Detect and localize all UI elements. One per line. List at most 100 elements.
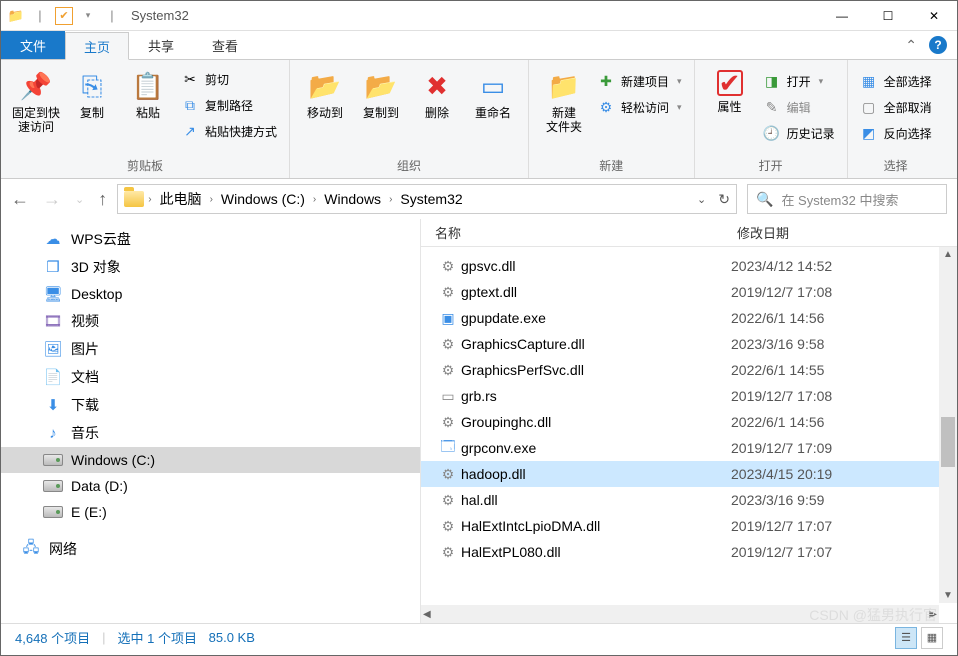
invert-icon: ◩ bbox=[860, 124, 878, 142]
qat-check-icon[interactable]: ✔ bbox=[55, 7, 73, 25]
forward-button[interactable]: → bbox=[43, 189, 61, 210]
sidebar-item[interactable]: 📄文档 bbox=[1, 363, 420, 391]
tab-view[interactable]: 查看 bbox=[193, 31, 257, 59]
rename-button[interactable]: ▭重命名 bbox=[466, 64, 520, 120]
ribbon-group-new: 📁新建 文件夹 ✚新建项目▾ ⚙轻松访问▾ 新建 bbox=[529, 60, 695, 178]
help-icon[interactable]: ? bbox=[929, 36, 947, 54]
tab-home[interactable]: 主页 bbox=[65, 32, 129, 60]
file-date: 2023/4/15 20:19 bbox=[731, 466, 957, 482]
file-row[interactable]: ⚙gpsvc.dll2023/4/12 14:52 bbox=[421, 253, 957, 279]
file-row[interactable]: ⚙GraphicsCapture.dll2023/3/16 9:58 bbox=[421, 331, 957, 357]
scroll-down-icon[interactable]: ▼ bbox=[943, 590, 953, 601]
horizontal-scrollbar[interactable]: ◀ ▶ bbox=[421, 605, 939, 623]
ribbon-group-organize: 📂移动到 📂复制到 ✖删除 ▭重命名 组织 bbox=[290, 60, 529, 178]
file-type-icon: ⚙ bbox=[435, 258, 461, 275]
back-button[interactable]: ← bbox=[11, 189, 29, 210]
chevron-right-icon[interactable]: › bbox=[313, 194, 316, 205]
tab-share[interactable]: 共享 bbox=[129, 31, 193, 59]
file-row[interactable]: ▭grb.rs2019/12/7 17:08 bbox=[421, 383, 957, 409]
file-list[interactable]: ⚙gpsvc.dll2023/4/12 14:52⚙gptext.dll2019… bbox=[421, 247, 957, 623]
search-input[interactable]: 🔍 在 System32 中搜索 bbox=[747, 184, 947, 214]
scroll-up-icon[interactable]: ▲ bbox=[943, 249, 953, 260]
sidebar-item[interactable]: ☁WPS云盘 bbox=[1, 225, 420, 253]
chevron-right-icon[interactable]: › bbox=[389, 194, 392, 205]
main-area: ☁WPS云盘❒3D 对象🖥Desktop🎞视频🖼图片📄文档⬇下载♪音乐Windo… bbox=[1, 219, 957, 623]
refresh-button[interactable]: ↻ bbox=[718, 191, 730, 208]
file-row[interactable]: ⚙HalExtPL080.dll2019/12/7 17:07 bbox=[421, 539, 957, 565]
sidebar-item[interactable]: ⬇下载 bbox=[1, 391, 420, 419]
edit-button[interactable]: ✎编辑 bbox=[759, 96, 839, 118]
delete-button[interactable]: ✖删除 bbox=[410, 64, 464, 120]
sidebar-item[interactable]: E (E:) bbox=[1, 499, 420, 525]
sidebar-item[interactable]: Data (D:) bbox=[1, 473, 420, 499]
file-name: gptext.dll bbox=[461, 284, 731, 300]
sidebar-item[interactable]: 🖧网络 bbox=[1, 535, 420, 563]
copyto-button[interactable]: 📂复制到 bbox=[354, 64, 408, 120]
sidebar[interactable]: ☁WPS云盘❒3D 对象🖥Desktop🎞视频🖼图片📄文档⬇下载♪音乐Windo… bbox=[1, 219, 421, 623]
paste-shortcut-button[interactable]: ↗粘贴快捷方式 bbox=[177, 120, 281, 142]
sidebar-item[interactable]: Windows (C:) bbox=[1, 447, 420, 473]
properties-button[interactable]: ✔属性 bbox=[703, 64, 757, 114]
file-row[interactable]: 🗔grpconv.exe2019/12/7 17:09 bbox=[421, 435, 957, 461]
select-group-label: 选择 bbox=[856, 155, 936, 176]
copy-button[interactable]: ⎘ 复制 bbox=[65, 64, 119, 120]
select-all-button[interactable]: ▦全部选择 bbox=[856, 70, 936, 92]
chevron-right-icon[interactable]: › bbox=[210, 194, 213, 205]
file-row[interactable]: ⚙GraphicsPerfSvc.dll2022/6/1 14:55 bbox=[421, 357, 957, 383]
file-row[interactable]: ▣gpupdate.exe2022/6/1 14:56 bbox=[421, 305, 957, 331]
file-type-icon: ⚙ bbox=[435, 336, 461, 353]
paste-button[interactable]: 📋 粘贴 bbox=[121, 64, 175, 120]
qat-dropdown-icon[interactable]: ▾ bbox=[79, 7, 97, 25]
addr-dropdown-icon[interactable]: ⌄ bbox=[697, 193, 706, 206]
clipboard-group-label: 剪贴板 bbox=[9, 155, 281, 176]
scrollbar-thumb[interactable] bbox=[941, 417, 955, 467]
invert-select-button[interactable]: ◩反向选择 bbox=[856, 122, 936, 144]
new-item-button[interactable]: ✚新建项目▾ bbox=[593, 70, 686, 92]
address-bar[interactable]: › 此电脑 › Windows (C:) › Windows › System3… bbox=[117, 184, 737, 214]
folder-icon: 📁 bbox=[7, 7, 25, 25]
pin-quickaccess-button[interactable]: 📌 固定到快 速访问 bbox=[9, 64, 63, 134]
view-details-button[interactable]: ☰ bbox=[895, 627, 917, 649]
column-date[interactable]: 修改日期 bbox=[731, 223, 957, 242]
breadcrumb-item[interactable]: Windows (C:) bbox=[217, 191, 309, 207]
file-type-icon: 🗔 bbox=[435, 436, 461, 460]
vertical-scrollbar[interactable]: ▲ ▼ bbox=[939, 247, 957, 603]
scroll-left-icon[interactable]: ◀ bbox=[423, 609, 431, 620]
cut-button[interactable]: ✂剪切 bbox=[177, 68, 281, 90]
tab-file[interactable]: 文件 bbox=[1, 31, 65, 59]
scroll-right-icon[interactable]: ▶ bbox=[929, 609, 937, 620]
sidebar-item[interactable]: 🖥Desktop bbox=[1, 281, 420, 307]
new-folder-button[interactable]: 📁新建 文件夹 bbox=[537, 64, 591, 134]
copy-path-button[interactable]: ⧉复制路径 bbox=[177, 94, 281, 116]
file-row[interactable]: ⚙hal.dll2023/3/16 9:59 bbox=[421, 487, 957, 513]
file-row[interactable]: ⚙hadoop.dll2023/4/15 20:19 bbox=[421, 461, 957, 487]
breadcrumb-item[interactable]: Windows bbox=[320, 191, 385, 207]
view-icons-button[interactable]: ▦ bbox=[921, 627, 943, 649]
sidebar-item[interactable]: ♪音乐 bbox=[1, 419, 420, 447]
chevron-right-icon[interactable]: › bbox=[148, 194, 151, 205]
file-type-icon: ⚙ bbox=[435, 466, 461, 483]
easy-access-button[interactable]: ⚙轻松访问▾ bbox=[593, 96, 686, 118]
file-row[interactable]: ⚙gptext.dll2019/12/7 17:08 bbox=[421, 279, 957, 305]
sidebar-item[interactable]: 🎞视频 bbox=[1, 307, 420, 335]
history-button[interactable]: 🕘历史记录 bbox=[759, 122, 839, 144]
open-button[interactable]: ◨打开▾ bbox=[759, 70, 839, 92]
moveto-button[interactable]: 📂移动到 bbox=[298, 64, 352, 120]
file-row[interactable]: ⚙HalExtIntcLpioDMA.dll2019/12/7 17:07 bbox=[421, 513, 957, 539]
column-name[interactable]: 名称 bbox=[421, 223, 731, 242]
select-none-button[interactable]: ▢全部取消 bbox=[856, 96, 936, 118]
file-row[interactable]: ⚙Groupinghc.dll2022/6/1 14:56 bbox=[421, 409, 957, 435]
close-button[interactable]: ✕ bbox=[911, 1, 957, 31]
history-icon: 🕘 bbox=[763, 124, 781, 142]
breadcrumb-item[interactable]: 此电脑 bbox=[156, 189, 206, 209]
maximize-button[interactable]: ☐ bbox=[865, 1, 911, 31]
ribbon-collapse-icon[interactable]: ⌃ bbox=[905, 37, 917, 54]
ribbon-group-select: ▦全部选择 ▢全部取消 ◩反向选择 选择 bbox=[848, 60, 944, 178]
sidebar-item[interactable]: 🖼图片 bbox=[1, 335, 420, 363]
sidebar-item[interactable]: ❒3D 对象 bbox=[1, 253, 420, 281]
new-group-label: 新建 bbox=[537, 155, 686, 176]
up-button[interactable]: ↑ bbox=[98, 189, 107, 210]
recent-dropdown-icon[interactable]: ⌄ bbox=[75, 193, 84, 206]
breadcrumb-item[interactable]: System32 bbox=[396, 191, 466, 207]
minimize-button[interactable]: — bbox=[819, 1, 865, 31]
